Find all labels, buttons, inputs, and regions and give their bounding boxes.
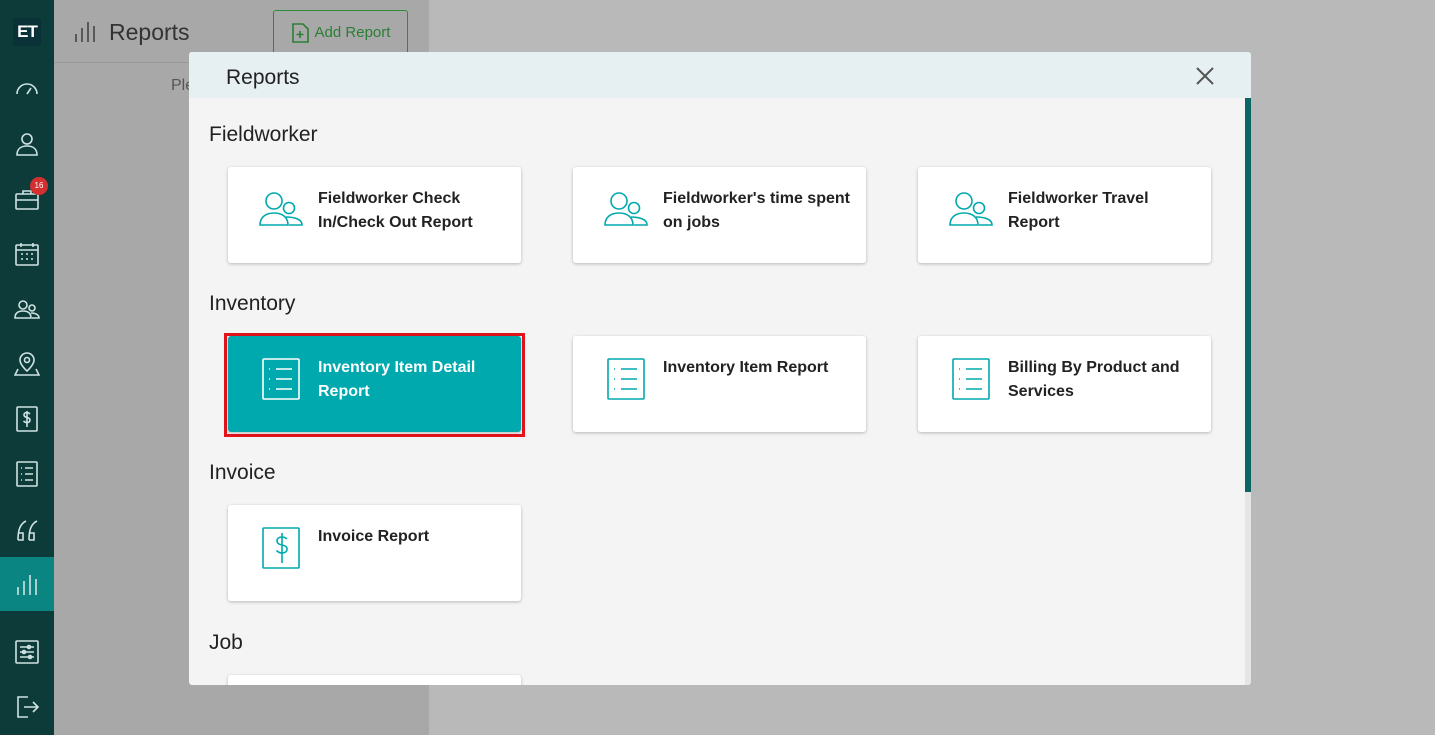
bar-chart-icon (17, 575, 37, 595)
logout-icon (17, 696, 40, 718)
report-card-label: Invoice Report (318, 528, 430, 545)
report-card-inventory-item-detail[interactable]: Inventory Item Detail Report (228, 336, 521, 432)
report-card-inventory-item[interactable]: Inventory Item Report (573, 336, 866, 432)
location-icon (14, 352, 40, 376)
bar-chart-icon (75, 22, 95, 42)
report-card-label: Inventory Item Detail Report (318, 359, 476, 400)
modal-header: Reports (189, 52, 1251, 98)
add-file-icon (291, 22, 309, 43)
report-card-label: Inventory Item Report (663, 359, 829, 376)
sidebar: ET 16 (0, 0, 54, 735)
list-icon (607, 358, 645, 400)
report-card-fieldworker-travel[interactable]: Fieldworker Travel Report (918, 167, 1211, 263)
section-title-job: Job (209, 631, 243, 654)
sidebar-item-quotes[interactable] (0, 502, 54, 556)
scrollbar-thumb[interactable] (1245, 98, 1251, 492)
sidebar-item-settings[interactable] (0, 625, 54, 679)
report-card-label: Fieldworker's time spent on jobs (663, 190, 850, 231)
add-report-button[interactable]: Add Report (273, 10, 408, 55)
report-card-invoice[interactable]: Invoice Report (228, 505, 521, 601)
sliders-icon (15, 640, 39, 664)
add-report-label: Add Report (314, 24, 391, 41)
list-icon (952, 358, 990, 400)
app-logo[interactable]: ET (13, 18, 41, 46)
page-title: Reports (109, 19, 190, 45)
people-icon (259, 192, 303, 226)
sidebar-item-reports[interactable] (0, 557, 54, 611)
report-card-fieldworker-checkin[interactable]: Fieldworker Check In/Check Out Report (228, 167, 521, 263)
section-title-inventory: Inventory (209, 292, 296, 315)
modal-title: Reports (226, 66, 300, 89)
list-icon (16, 461, 38, 487)
reports-modal: Reports Fieldworker Fieldworker Check In… (189, 52, 1251, 685)
list-icon (262, 358, 300, 400)
sidebar-item-calendar[interactable] (0, 227, 54, 281)
sidebar-item-invoices[interactable] (0, 392, 54, 446)
user-icon (16, 133, 38, 156)
people-icon (604, 192, 648, 226)
section-title-invoice: Invoice (209, 461, 276, 484)
calendar-icon (15, 243, 39, 266)
sidebar-item-map[interactable] (0, 337, 54, 391)
report-card-label: Fieldworker Check In/Check Out Report (318, 190, 473, 231)
report-card-label: Fieldworker Travel Report (1008, 190, 1149, 231)
sidebar-item-fieldworkers[interactable] (0, 282, 54, 336)
people-icon (949, 192, 993, 226)
sidebar-item-dashboard[interactable] (0, 62, 54, 116)
report-card-label: Billing By Product and Services (1008, 359, 1180, 400)
people-icon (14, 300, 40, 319)
sidebar-item-items[interactable] (0, 447, 54, 501)
sidebar-item-customers[interactable] (0, 117, 54, 171)
jobs-badge: 16 (30, 177, 48, 195)
close-icon[interactable] (1194, 65, 1216, 87)
logo-text: ET (17, 22, 38, 41)
report-card-billing-by-product[interactable]: Billing By Product and Services (918, 336, 1211, 432)
dollar-icon (262, 527, 300, 569)
report-card-fieldworker-time[interactable]: Fieldworker's time spent on jobs (573, 167, 866, 263)
speedometer-icon (16, 83, 38, 95)
dollar-icon (16, 406, 38, 432)
report-card-job-partial[interactable] (228, 675, 521, 685)
sidebar-item-logout[interactable] (0, 680, 54, 734)
section-title-fieldworker: Fieldworker (209, 123, 318, 146)
quote-icon (17, 520, 38, 541)
